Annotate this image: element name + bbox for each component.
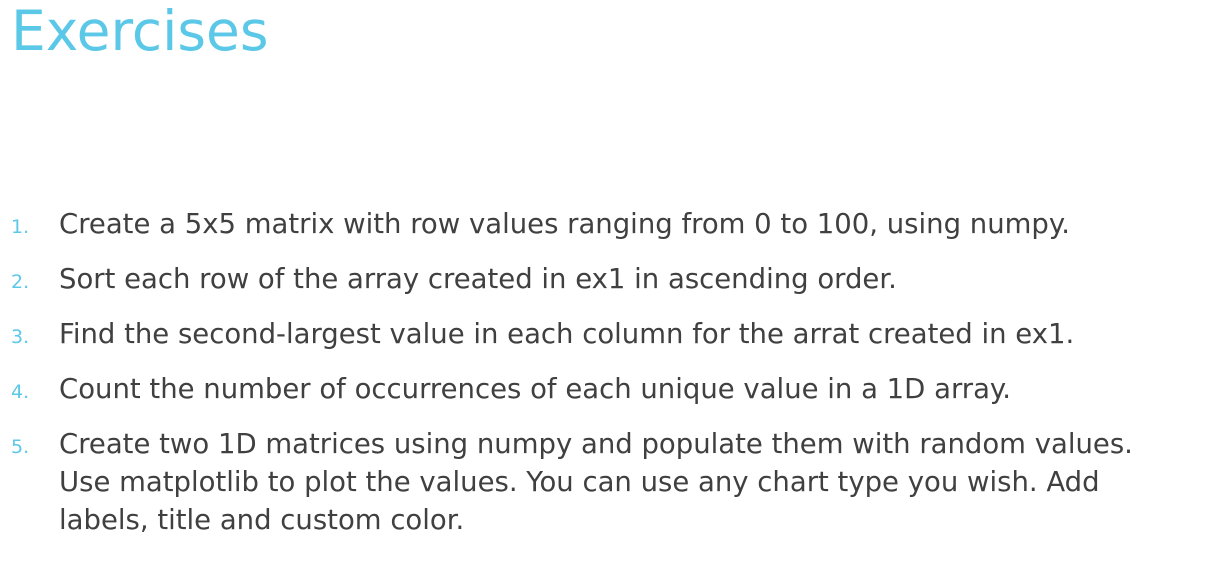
exercise-number: 3. (11, 326, 30, 348)
exercise-text: Count the number of occurrences of each … (59, 373, 1012, 405)
exercise-list: 1. Create a 5x5 matrix with row values r… (0, 205, 1211, 556)
exercise-item-3: 3. Find the second-largest value in each… (0, 315, 1211, 353)
exercise-text: Create a 5x5 matrix with row values rang… (59, 208, 1070, 240)
exercise-number: 1. (11, 216, 30, 238)
exercise-item-1: 1. Create a 5x5 matrix with row values r… (0, 205, 1211, 243)
exercise-text: Sort each row of the array created in ex… (59, 263, 897, 295)
exercise-number: 5. (11, 436, 30, 458)
exercise-text: Create two 1D matrices using numpy and p… (59, 428, 1133, 536)
exercise-number: 4. (11, 381, 30, 403)
slide-title: Exercises (11, 0, 269, 63)
exercise-item-2: 2. Sort each row of the array created in… (0, 260, 1211, 298)
slide: Exercises 1. Create a 5x5 matrix with ro… (0, 0, 1211, 575)
exercise-item-5: 5. Create two 1D matrices using numpy an… (0, 425, 1211, 539)
exercise-item-4: 4. Count the number of occurrences of ea… (0, 370, 1211, 408)
exercise-number: 2. (11, 271, 30, 293)
exercise-text: Find the second-largest value in each co… (59, 318, 1075, 350)
